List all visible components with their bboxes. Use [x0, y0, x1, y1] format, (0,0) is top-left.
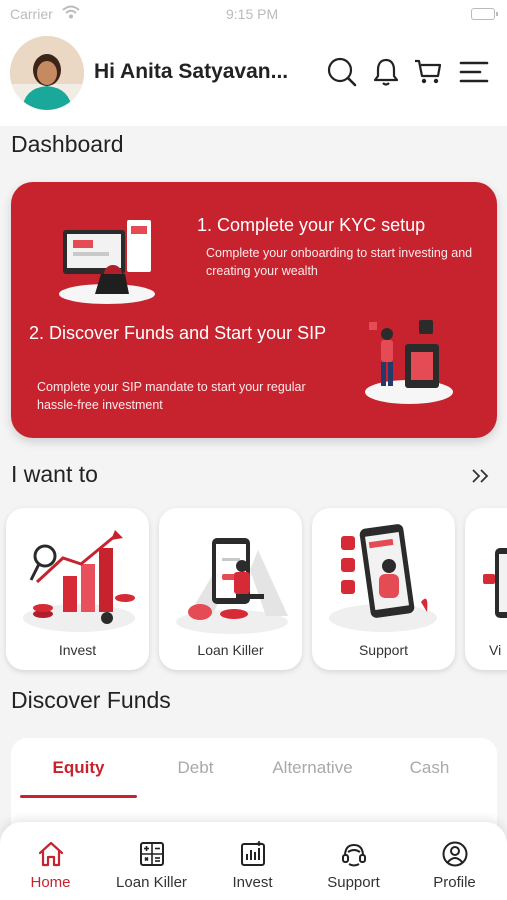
nav-label: Support: [327, 874, 380, 891]
wifi-icon: [62, 5, 80, 19]
nav-label: Invest: [232, 874, 273, 891]
tile-label: Vi: [489, 642, 502, 658]
support-illustration: [329, 524, 437, 632]
headset-icon: [342, 843, 366, 867]
tab-debt[interactable]: Debt: [137, 758, 254, 778]
sip-step-title: 2. Discover Funds and Start your SIP: [29, 323, 327, 343]
cart-icon[interactable]: [412, 56, 444, 88]
tile-invest[interactable]: Invest: [6, 508, 149, 670]
chart-icon: [241, 841, 265, 866]
active-tab-indicator: [20, 795, 137, 798]
kyc-step-title: 1. Complete your KYC setup: [197, 215, 426, 235]
battery-icon: [471, 8, 498, 20]
tile-loan-killer[interactable]: Loan Killer: [159, 508, 302, 670]
discover-funds-title: Discover Funds: [11, 687, 171, 713]
home-icon: [38, 841, 64, 867]
loan-killer-illustration: [176, 538, 288, 634]
avatar-photo: [10, 36, 84, 110]
tile-label: Loan Killer: [197, 642, 264, 658]
nav-support[interactable]: Support: [303, 822, 404, 900]
kyc-illustration: [59, 220, 155, 304]
dashboard-card[interactable]: 1. Complete your KYC setup Complete your…: [11, 182, 497, 438]
search-icon[interactable]: [326, 56, 358, 88]
tile-label: Invest: [58, 642, 97, 658]
calculator-icon: [140, 842, 164, 866]
nav-home[interactable]: Home: [0, 822, 101, 900]
app-header: Hi Anita Satyavan...: [0, 26, 507, 126]
tab-equity[interactable]: Equity: [20, 758, 137, 778]
greeting-text: Hi Anita Satyavan...: [94, 60, 289, 83]
tile-video[interactable]: Vi: [465, 508, 507, 670]
avatar[interactable]: [10, 36, 84, 110]
tab-cash[interactable]: Cash: [371, 758, 488, 778]
dashboard-title: Dashboard: [11, 131, 124, 157]
video-illustration: [483, 548, 507, 618]
bottom-nav: Home Loan Killer Invest Support Profile: [0, 822, 507, 900]
sip-step-description: Complete your SIP mandate to start your …: [37, 380, 306, 412]
profile-icon: [442, 841, 468, 867]
status-time: 9:15 PM: [226, 6, 279, 22]
bell-icon[interactable]: [370, 56, 402, 88]
carrier-label: Carrier: [10, 6, 53, 22]
nav-label: Profile: [433, 874, 476, 891]
tab-alternative[interactable]: Alternative: [254, 758, 371, 778]
i-want-to-title: I want to: [11, 461, 98, 487]
status-bar: Carrier 9:15 PM: [0, 0, 507, 26]
menu-icon[interactable]: [458, 56, 490, 88]
nav-profile[interactable]: Profile: [404, 822, 505, 900]
nav-invest[interactable]: Invest: [202, 822, 303, 900]
sip-illustration: [365, 320, 453, 404]
tile-label: Support: [358, 642, 409, 658]
nav-label: Loan Killer: [116, 874, 187, 891]
nav-label: Home: [30, 874, 71, 891]
tile-support[interactable]: Support: [312, 508, 455, 670]
double-chevron-right-icon[interactable]: [470, 466, 492, 486]
nav-loan-killer[interactable]: Loan Killer: [101, 822, 202, 900]
kyc-step-description: Complete your onboarding to start invest…: [206, 246, 473, 278]
invest-illustration: [23, 530, 135, 632]
